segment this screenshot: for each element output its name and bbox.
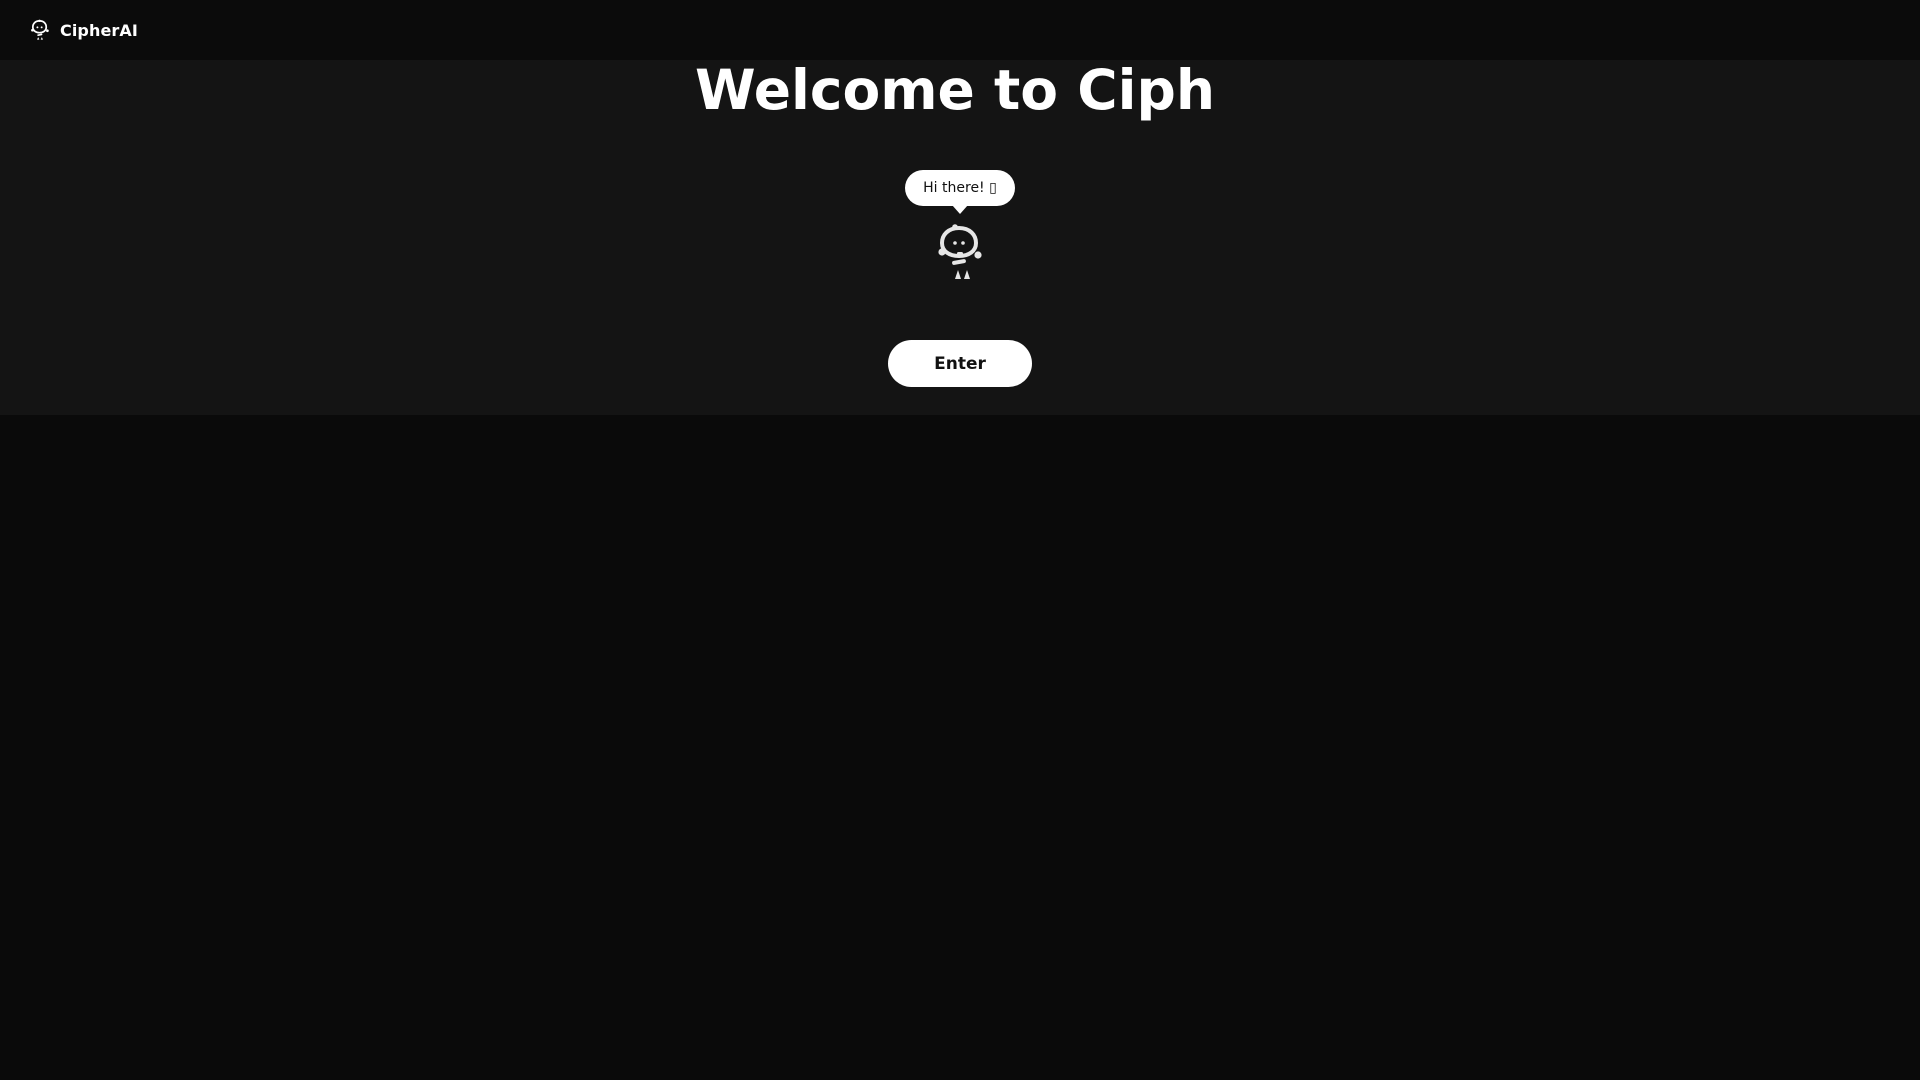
brand-name: CipherAI bbox=[60, 20, 138, 40]
robot-mascot-icon bbox=[31, 19, 49, 40]
robot-mascot-icon bbox=[938, 224, 982, 279]
page-title: Welcome to Ciph bbox=[695, 58, 1215, 122]
enter-button[interactable]: Enter bbox=[888, 340, 1032, 387]
hero-section: Welcome to Ciph Hi there! ▯ Enter bbox=[0, 60, 1920, 415]
greeting-speech-bubble: Hi there! ▯ bbox=[905, 170, 1015, 214]
top-navbar: CipherAI bbox=[0, 0, 1920, 60]
brand-link[interactable]: CipherAI bbox=[29, 18, 138, 42]
